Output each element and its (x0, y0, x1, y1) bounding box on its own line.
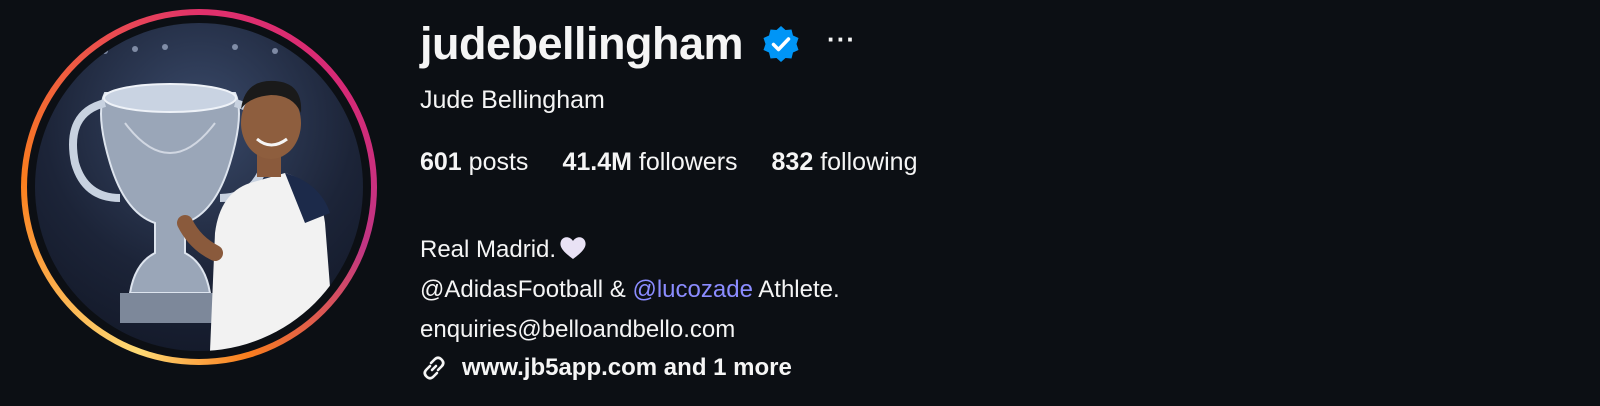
bio-email: enquiries@belloandbello.com (420, 316, 736, 343)
white-heart-icon (560, 237, 586, 259)
profile-stats: 601 posts 41.4M followers 832 following (420, 148, 951, 177)
avatar-illustration (69, 44, 335, 351)
full-name: Jude Bellingham (420, 86, 605, 114)
stat-posts-label: posts (468, 148, 529, 176)
more-options-button[interactable]: ··· (827, 26, 856, 52)
stat-following-count: 832 (771, 148, 814, 176)
bio-line-1: Real Madrid. (420, 230, 840, 270)
profile-avatar-story-ring[interactable] (21, 9, 377, 365)
profile-header: judebellingham ··· Jude Bellingham 601 p… (0, 0, 1600, 406)
stat-followers-label: followers (638, 148, 738, 176)
username-row: judebellingham ··· (420, 14, 856, 74)
external-link-text[interactable]: www.jb5app.com and 1 more (462, 354, 792, 382)
bio-athlete-text: Athlete. (752, 276, 840, 303)
username: judebellingham (420, 18, 744, 69)
bio: Real Madrid. @AdidasFootball & @lucozade… (420, 230, 840, 350)
mention-link-lucozade[interactable]: @lucozade (632, 276, 752, 303)
link-icon (423, 356, 445, 380)
stat-followers-count: 41.4M (562, 148, 632, 176)
external-links[interactable]: www.jb5app.com and 1 more (418, 352, 792, 384)
avatar[interactable] (35, 23, 363, 351)
stat-followers[interactable]: 41.4M followers (562, 148, 737, 177)
verified-badge-icon (763, 26, 799, 62)
stat-posts[interactable]: 601 posts (420, 148, 528, 177)
bio-club: Real Madrid. (420, 236, 557, 263)
stat-posts-count: 601 (420, 148, 462, 176)
bio-line-2: @AdidasFootball & @lucozade Athlete. (420, 270, 840, 310)
bio-sponsor-text: @AdidasFootball & (420, 276, 633, 303)
stat-following-label: following (820, 148, 918, 176)
stat-following[interactable]: 832 following (772, 148, 918, 177)
